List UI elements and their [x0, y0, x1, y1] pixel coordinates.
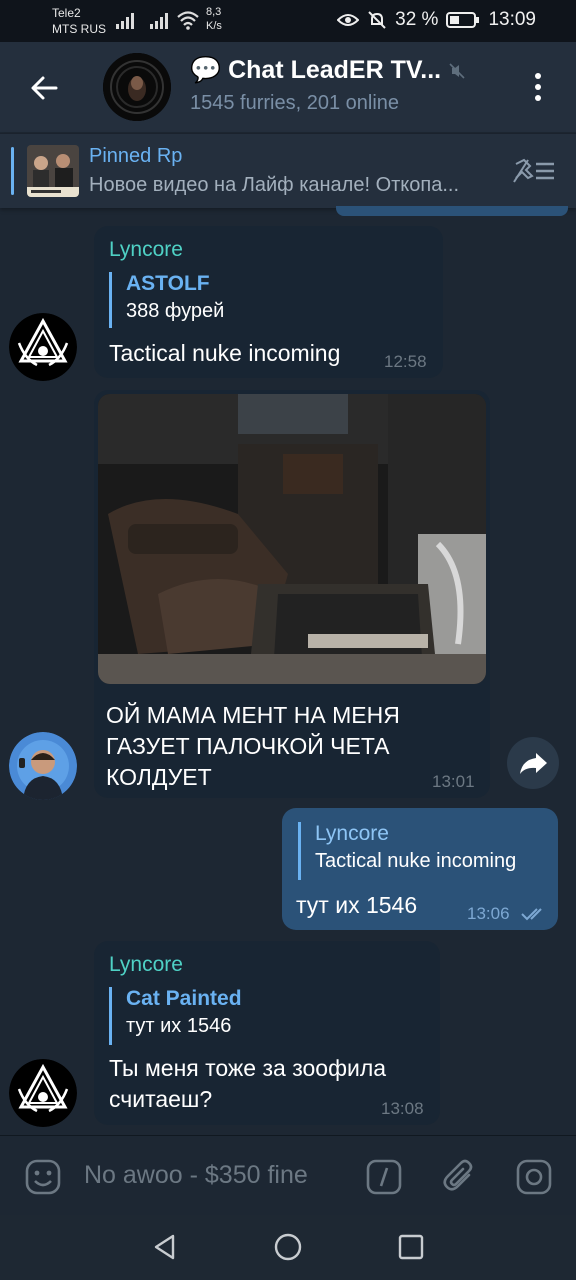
network-speed: 8,3 K/s — [206, 6, 222, 32]
avatar[interactable] — [9, 1059, 77, 1127]
signal-icon-2 — [150, 13, 168, 29]
message-photo[interactable] — [98, 394, 486, 684]
reply-text: Tactical nuke incoming — [315, 850, 517, 872]
nav-home-icon[interactable] — [273, 1232, 303, 1262]
share-icon — [520, 753, 547, 774]
unpin-list-icon[interactable] — [512, 156, 556, 186]
status-bar: Tele2 MTS RUS 8,3 K/s 32 % 13:09 — [0, 0, 576, 42]
battery-icon — [446, 12, 480, 28]
message-sender[interactable]: Lyncore — [109, 238, 183, 262]
attach-icon[interactable] — [441, 1158, 479, 1196]
mute-icon — [449, 62, 465, 79]
message-time: 13:08 — [381, 1099, 424, 1118]
carrier-1: Tele2 — [52, 6, 81, 20]
bot-command-icon[interactable] — [365, 1158, 403, 1196]
eye-icon — [337, 14, 360, 26]
channel-avatar-image — [103, 53, 171, 121]
carrier-2: MTS RUS — [52, 22, 106, 36]
status-right: 32 % 13:09 — [337, 9, 536, 31]
car-interior-photo — [98, 394, 486, 684]
avatar-image — [9, 1059, 77, 1127]
reply-quote[interactable]: ASTOLF 388 фурей — [109, 272, 224, 328]
wifi-icon — [177, 11, 199, 30]
signal-icon — [116, 13, 134, 29]
message-text: ОЙ МАМА МЕНТ НА МЕНЯ ГАЗУЕТ ПАЛОЧКОЙ ЧЕТ… — [106, 702, 400, 790]
message-bubble[interactable]: Lyncore ASTOLF 388 фурей Tactical nuke i… — [94, 226, 443, 378]
reply-text: тут их 1546 — [126, 1015, 232, 1037]
double-check-icon — [521, 908, 542, 921]
message-time: 13:01 — [432, 772, 475, 791]
carrier-labels: Tele2 MTS RUS — [52, 5, 106, 37]
channel-avatar[interactable] — [103, 53, 171, 121]
message-time: 12:58 — [384, 352, 427, 371]
avatar[interactable] — [9, 313, 77, 381]
pinned-message-bar[interactable]: Pinned Rp Новое видео на Лайф канале! От… — [0, 133, 576, 208]
message-sender[interactable]: Lyncore — [109, 953, 183, 977]
back-arrow-icon[interactable] — [26, 70, 62, 106]
reply-author: ASTOLF — [126, 272, 210, 295]
clock: 13:09 — [488, 9, 536, 30]
reply-author: Lyncore — [315, 822, 389, 845]
message-bubble[interactable]: Lyncore Cat Painted тут их 1546 Ты меня … — [94, 941, 440, 1125]
outgoing-message-bubble[interactable]: Lyncore Tactical nuke incoming тут их 15… — [282, 808, 558, 930]
message-input-bar: No awoo - $350 fine — [0, 1135, 576, 1215]
message-text: Tactical nuke incoming — [109, 340, 341, 366]
system-nav-bar — [0, 1215, 576, 1280]
reply-quote[interactable]: Cat Painted тут их 1546 — [109, 987, 242, 1045]
pinned-title: Pinned Rp — [89, 145, 183, 167]
nav-recents-icon[interactable] — [396, 1232, 426, 1262]
pinned-thumbnail-image — [27, 145, 79, 197]
reply-author: Cat Painted — [126, 987, 242, 1010]
nav-back-icon[interactable] — [150, 1232, 180, 1262]
chat-title[interactable]: 💬 Chat LeadER TV... — [190, 56, 465, 85]
pinned-thumbnail — [27, 145, 79, 197]
photo-message-bubble[interactable]: ОЙ МАМА МЕНТ НА МЕНЯ ГАЗУЕТ ПАЛОЧКОЙ ЧЕТ… — [94, 390, 490, 798]
share-button[interactable] — [507, 737, 559, 789]
more-vertical-icon[interactable] — [530, 72, 546, 102]
bell-muted-icon — [368, 11, 386, 29]
reply-quote[interactable]: Lyncore Tactical nuke incoming — [298, 822, 516, 880]
chat-subtitle: 1545 furries, 201 online — [190, 92, 400, 114]
avatar[interactable] — [9, 732, 77, 800]
reply-text: 388 фурей — [126, 300, 225, 322]
pinned-text: Новое видео на Лайф канале! Откопа... — [89, 174, 460, 196]
message-time: 13:06 — [467, 904, 510, 923]
chat-header: 💬 Chat LeadER TV... 1545 furries, 201 on… — [0, 42, 576, 132]
message-input[interactable]: No awoo - $350 fine — [84, 1158, 308, 1192]
avatar-image — [9, 313, 77, 381]
avatar-image — [9, 732, 77, 800]
battery-percent: 32 % — [395, 9, 439, 30]
pinned-indicator — [11, 147, 14, 195]
emoji-icon[interactable] — [24, 1158, 62, 1196]
camera-icon[interactable] — [515, 1158, 553, 1196]
previous-message-tail — [336, 206, 568, 216]
message-text: тут их 1546 — [296, 892, 418, 918]
